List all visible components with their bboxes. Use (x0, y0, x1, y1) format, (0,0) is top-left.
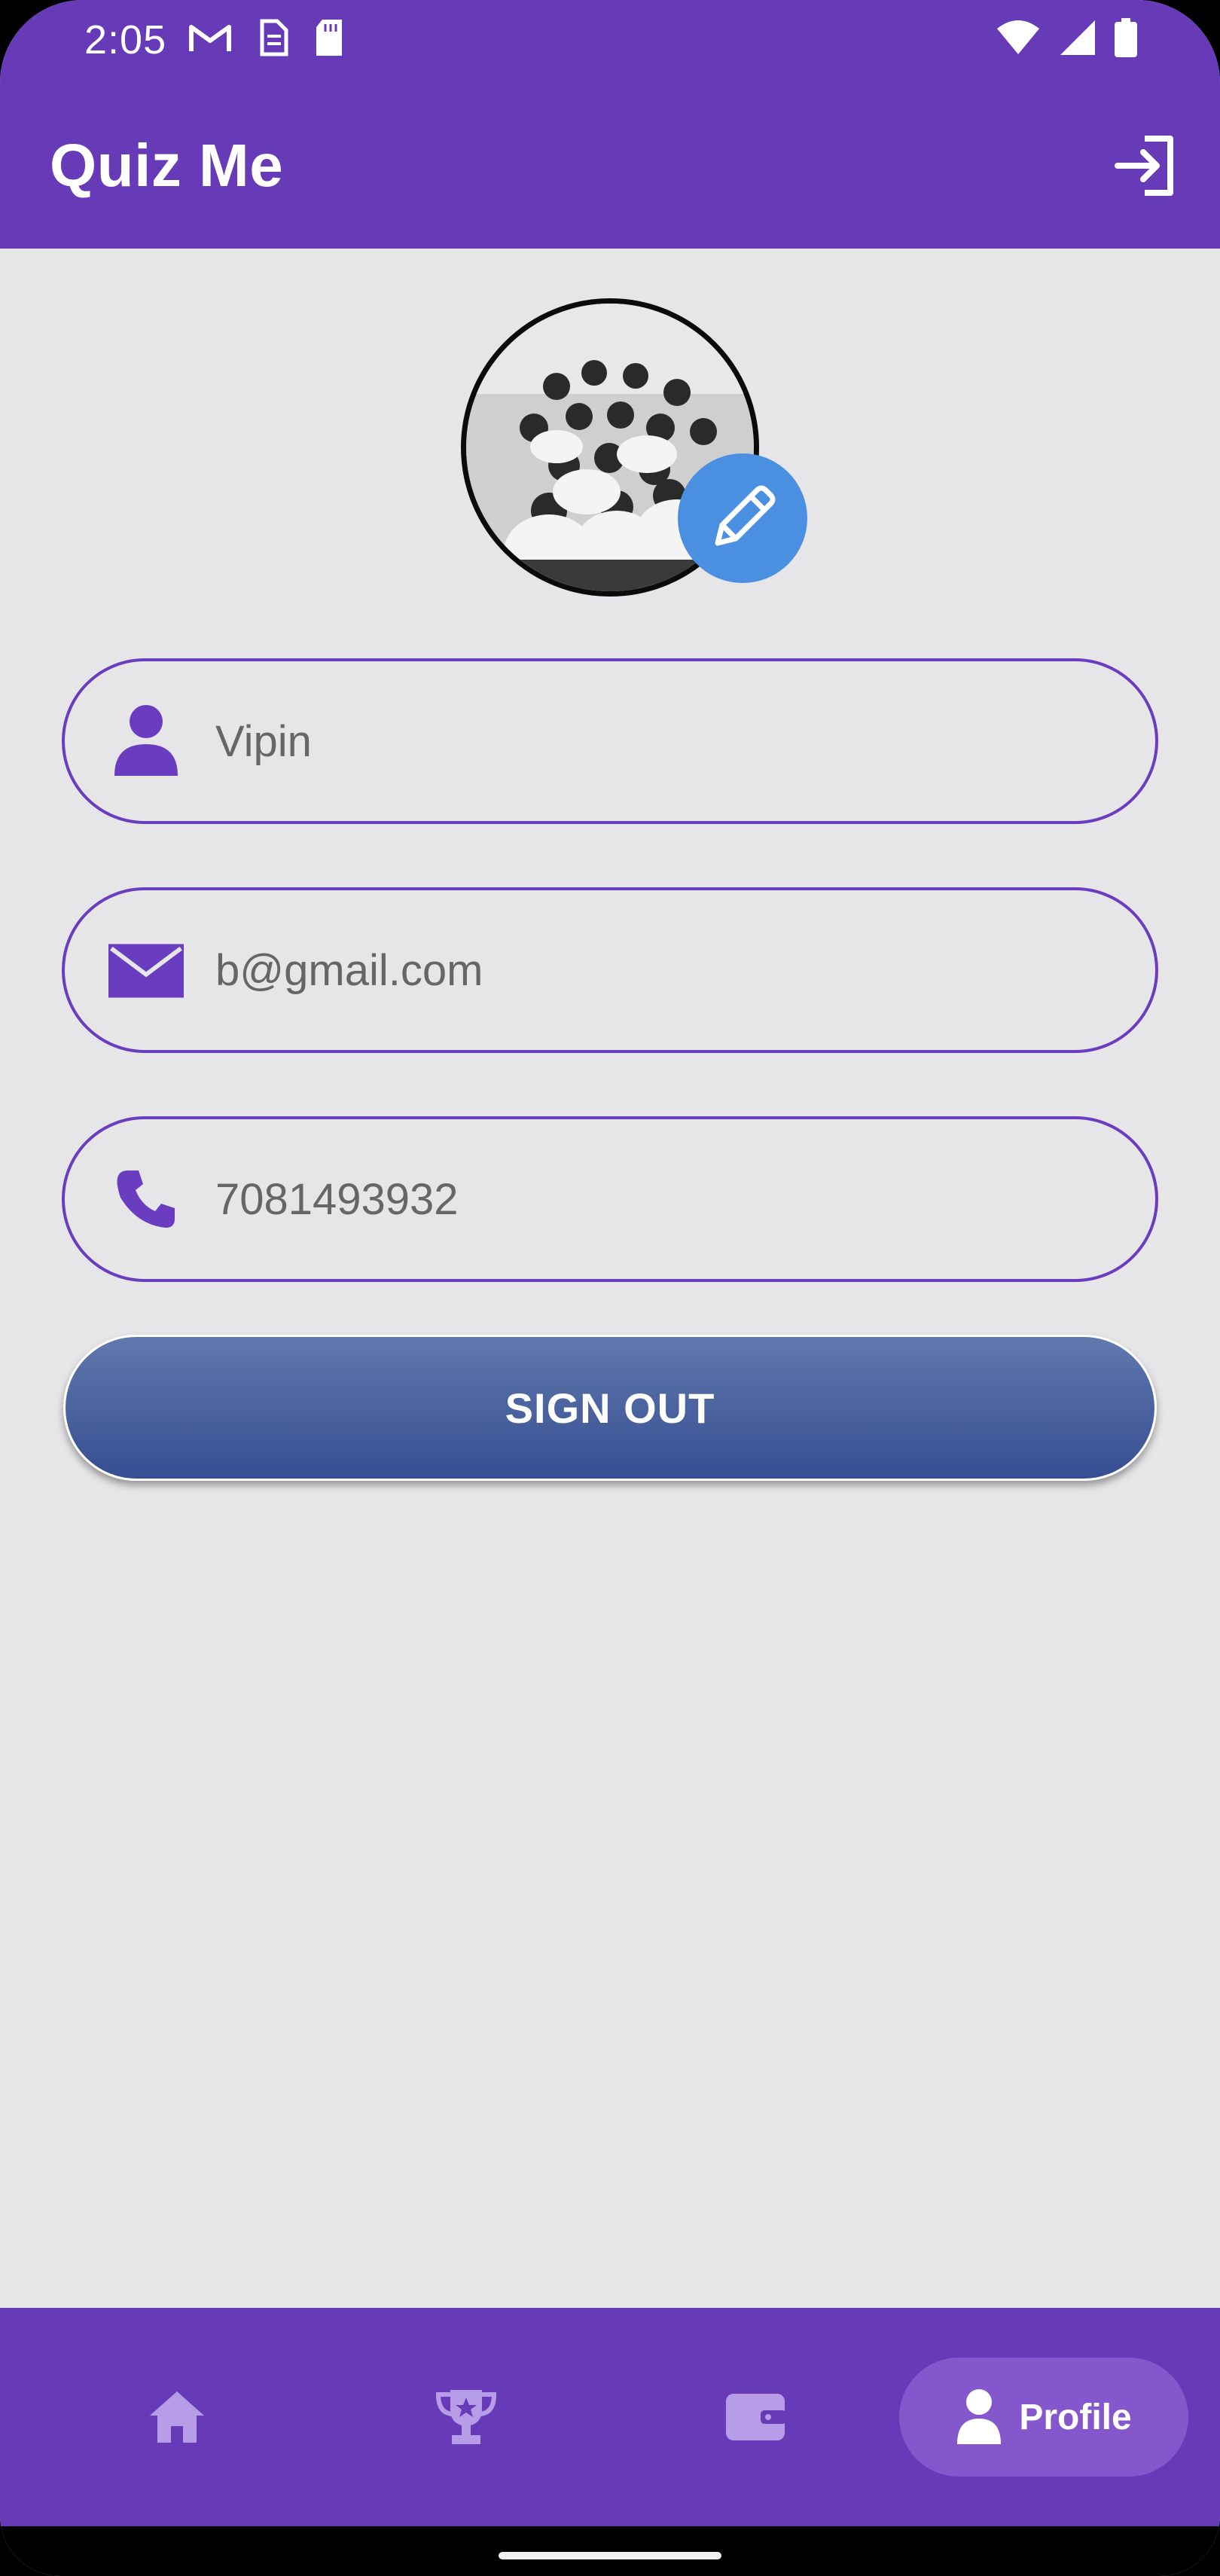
wifi-icon (997, 20, 1039, 54)
nav-item-wallet[interactable] (691, 2308, 819, 2526)
sim-icon (260, 19, 288, 56)
battery-icon (1115, 18, 1137, 57)
nav-profile-label: Profile (1019, 2397, 1132, 2437)
email-field[interactable] (62, 887, 1158, 1053)
gesture-bar (0, 2526, 1220, 2576)
edit-avatar-button[interactable] (678, 453, 807, 583)
gmail-icon (189, 25, 231, 51)
wallet-icon (726, 2394, 786, 2440)
status-time: 2:05 (84, 17, 167, 63)
profile-screen: 2:05 Quiz Me Vipin b@gmail.com 708149393… (0, 0, 1220, 2576)
name-field[interactable] (62, 658, 1158, 824)
person-icon (108, 704, 184, 779)
pencil-icon (715, 485, 776, 546)
app-title: Quiz Me (50, 132, 284, 199)
nav-item-leaderboard[interactable] (402, 2308, 530, 2526)
email-input[interactable] (215, 890, 1104, 1050)
trophy-icon (435, 2390, 497, 2444)
home-icon (150, 2391, 204, 2443)
name-input[interactable] (215, 661, 1104, 821)
avatar-container (461, 298, 807, 597)
person-icon (957, 2389, 1002, 2444)
gesture-handle[interactable] (499, 2552, 721, 2559)
phone-field[interactable] (62, 1116, 1158, 1282)
status-icons-right (996, 18, 1137, 57)
nav-item-home[interactable] (113, 2308, 241, 2526)
nav-item-profile[interactable]: Profile (899, 2358, 1188, 2477)
phone-input[interactable] (215, 1119, 1104, 1279)
app-bar: Quiz Me (0, 83, 1220, 249)
status-bar: 2:05 (0, 0, 1220, 83)
sign-out-icon[interactable] (1107, 128, 1182, 203)
sign-out-button[interactable]: SIGN OUT (63, 1335, 1157, 1481)
sd-card-icon (316, 20, 342, 56)
status-icons-left (188, 18, 345, 57)
signal-icon (1060, 20, 1095, 55)
bottom-navigation: Profile (0, 2308, 1220, 2526)
mail-icon (108, 932, 184, 1008)
phone-icon (108, 1161, 184, 1237)
